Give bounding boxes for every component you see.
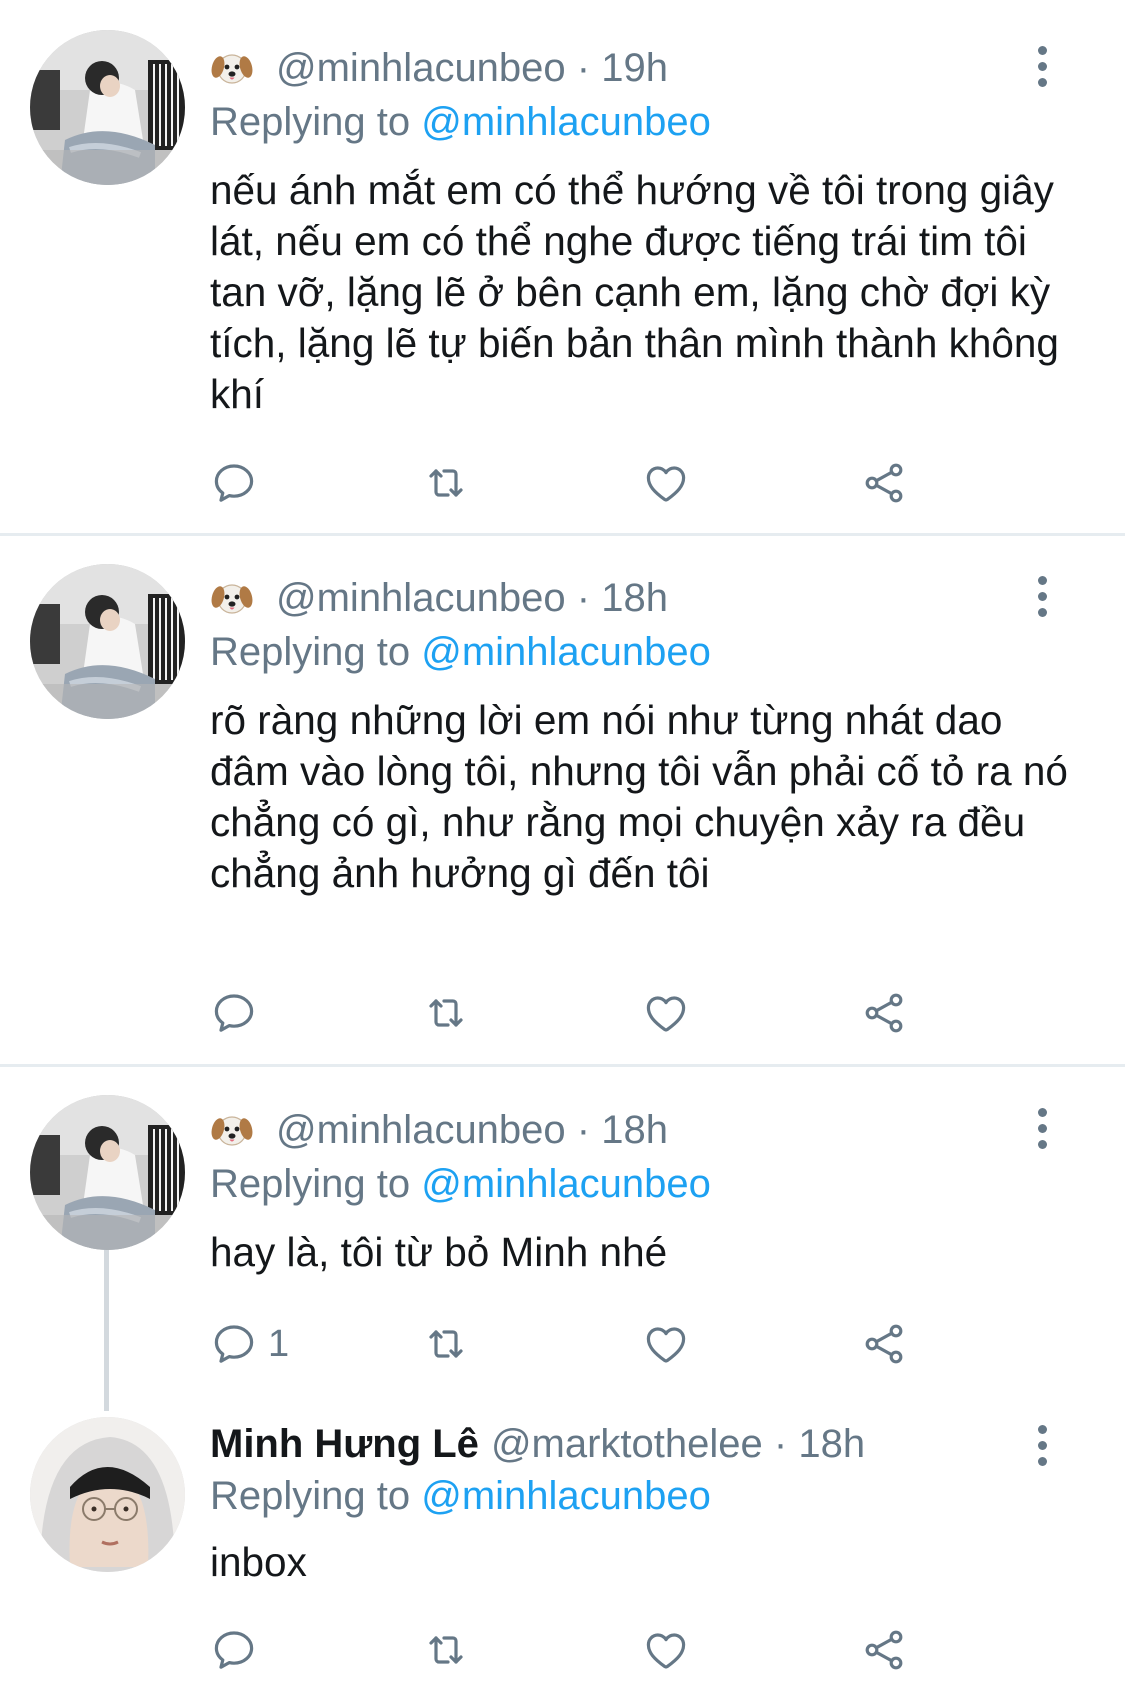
speech-bubble-icon	[210, 989, 258, 1037]
user-handle[interactable]: @marktothelee	[491, 1422, 763, 1466]
timestamp: · 18h	[576, 576, 668, 620]
retweet-arrows-icon	[422, 989, 470, 1037]
replying-to-label: Replying to	[210, 630, 422, 674]
heart-icon	[642, 459, 690, 507]
reply-count: 1	[268, 1322, 290, 1365]
replying-to: Replying to @minhlacunbeo	[210, 1159, 711, 1209]
thread-connector	[104, 1247, 109, 1411]
tweet-text: rõ ràng những lời em nói như từng nhát d…	[210, 697, 1068, 896]
replying-to-mention[interactable]: @minhlacunbeo	[421, 1474, 711, 1518]
tweet[interactable]: Minh Hưng Lê @marktothelee · 18h Replying…	[0, 1411, 1125, 1699]
heart-icon	[642, 1320, 690, 1368]
replying-to-mention[interactable]: @minhlacunbeo	[421, 1162, 711, 1206]
tweet-header: Minh Hưng Lê @marktothelee · 18h	[210, 1419, 865, 1469]
speech-bubble-icon	[210, 1320, 258, 1368]
replying-to: Replying to @minhlacunbeo	[210, 1471, 711, 1521]
tweet-header: @minhlacunbeo · 19h	[210, 43, 668, 93]
reply-button[interactable]	[210, 1625, 258, 1675]
share-icon	[860, 1320, 908, 1368]
retweet-arrows-icon	[422, 1626, 470, 1674]
tweet[interactable]: @minhlacunbeo · 18h Replying to @minhlac…	[0, 536, 1125, 1064]
avatar[interactable]	[30, 30, 185, 185]
avatar[interactable]	[30, 1095, 185, 1250]
avatar[interactable]	[30, 1417, 185, 1572]
replying-to-mention[interactable]: @minhlacunbeo	[421, 630, 711, 674]
dog-face-emoji-icon	[210, 1109, 254, 1149]
share-button[interactable]	[860, 1319, 908, 1369]
like-button[interactable]	[642, 988, 690, 1038]
speech-bubble-icon	[210, 459, 258, 507]
tweet-text: inbox	[210, 1539, 307, 1585]
replying-to-label: Replying to	[210, 1162, 422, 1206]
heart-icon	[642, 989, 690, 1037]
retweet-button[interactable]	[422, 988, 470, 1038]
user-handle[interactable]: @minhlacunbeo	[276, 576, 566, 620]
like-button[interactable]	[642, 458, 690, 508]
share-button[interactable]	[860, 1625, 908, 1675]
display-name[interactable]: Minh Hưng Lê	[210, 1422, 479, 1466]
user-handle[interactable]: @minhlacunbeo	[276, 1108, 566, 1152]
replying-to: Replying to @minhlacunbeo	[210, 627, 711, 677]
tweet-text: nếu ánh mắt em có thể hướng về tôi trong…	[210, 167, 1059, 417]
tweet-actions: 1	[210, 1319, 910, 1369]
reply-button[interactable]	[210, 458, 258, 508]
reply-button[interactable]	[210, 988, 258, 1038]
tweet-text: hay là, tôi từ bỏ Minh nhé	[210, 1229, 668, 1275]
share-icon	[860, 989, 908, 1037]
dog-face-emoji-icon	[210, 47, 254, 87]
share-button[interactable]	[860, 458, 908, 508]
tweet[interactable]: @minhlacunbeo · 19h Replying to @minhlac…	[0, 0, 1125, 530]
tweet-header: @minhlacunbeo · 18h	[210, 1105, 668, 1155]
replying-to: Replying to @minhlacunbeo	[210, 97, 711, 147]
share-icon	[860, 1626, 908, 1674]
replying-to-mention[interactable]: @minhlacunbeo	[421, 100, 711, 144]
more-options-icon[interactable]	[1030, 1108, 1054, 1152]
retweet-arrows-icon	[422, 459, 470, 507]
tweet-actions	[210, 1625, 910, 1675]
timestamp: · 18h	[576, 1108, 668, 1152]
retweet-arrows-icon	[422, 1320, 470, 1368]
timestamp: · 18h	[773, 1422, 866, 1466]
avatar[interactable]	[30, 564, 185, 719]
share-button[interactable]	[860, 988, 908, 1038]
user-handle[interactable]: @minhlacunbeo	[276, 46, 566, 90]
retweet-button[interactable]	[422, 458, 470, 508]
replying-to-label: Replying to	[210, 100, 422, 144]
more-options-icon[interactable]	[1030, 1425, 1054, 1469]
tweet[interactable]: @minhlacunbeo · 18h Replying to @minhlac…	[0, 1067, 1125, 1411]
dog-face-emoji-icon	[210, 577, 254, 617]
reply-button[interactable]: 1	[210, 1319, 289, 1369]
retweet-button[interactable]	[422, 1319, 470, 1369]
like-button[interactable]	[642, 1625, 690, 1675]
heart-icon	[642, 1626, 690, 1674]
share-icon	[860, 459, 908, 507]
tweet-actions	[210, 458, 910, 508]
speech-bubble-icon	[210, 1626, 258, 1674]
tweet-header: @minhlacunbeo · 18h	[210, 573, 668, 623]
like-button[interactable]	[642, 1319, 690, 1369]
timestamp: · 19h	[576, 46, 668, 90]
tweet-actions	[210, 988, 910, 1038]
replying-to-label: Replying to	[210, 1474, 422, 1518]
retweet-button[interactable]	[422, 1625, 470, 1675]
more-options-icon[interactable]	[1030, 46, 1054, 90]
more-options-icon[interactable]	[1030, 576, 1054, 620]
